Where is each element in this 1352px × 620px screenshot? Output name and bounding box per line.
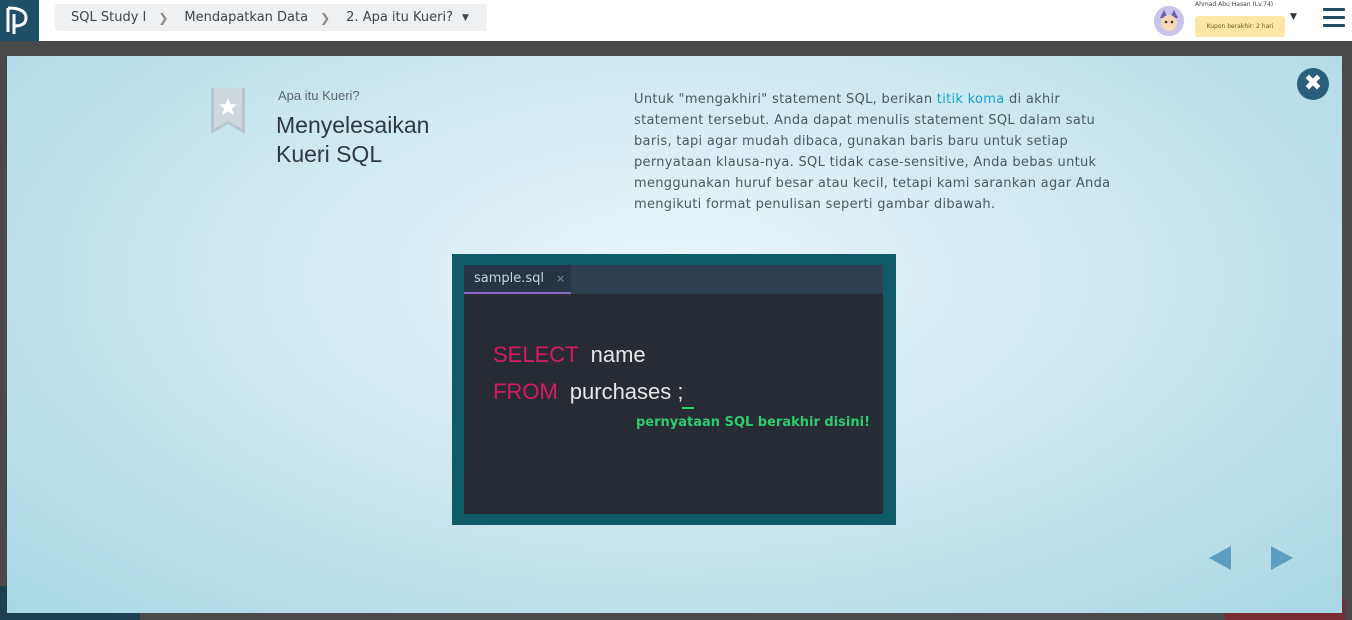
highlight-term: titik koma (936, 92, 1005, 107)
user-name: Ahmad Abu Hasan (Lv.74) (1195, 1, 1274, 8)
code-text: name (590, 342, 646, 367)
top-bar: SQL Study I ❯ Mendapatkan Data ❯ 2. Apa … (0, 0, 1352, 41)
previous-slide-icon[interactable] (1209, 546, 1231, 570)
close-icon: ✖ (1303, 71, 1323, 96)
close-button[interactable]: ✖ (1297, 68, 1329, 100)
code-example-image: sample.sql × SELECT name FROM purchases ; … (452, 254, 896, 525)
editor-tab-bar: sample.sql × (464, 265, 883, 294)
editor-tab-name: sample.sql (474, 271, 545, 286)
body-text-start: Untuk "mengakhiri" statement SQL, berika… (634, 92, 937, 107)
breadcrumb-item-course[interactable]: SQL Study I (55, 10, 146, 25)
body-text-end: di akhir statement tersebut. Anda dapat … (634, 92, 1111, 212)
code-editor: sample.sql × SELECT name FROM purchases ; … (464, 265, 883, 514)
logo[interactable] (0, 0, 39, 41)
avatar[interactable] (1154, 6, 1184, 36)
slide-body-text: Untuk "mengakhiri" statement SQL, berika… (634, 89, 1114, 215)
logo-icon (6, 6, 28, 34)
chevron-down-icon[interactable]: ▼ (1290, 12, 1297, 22)
breadcrumb-item-lesson[interactable]: 2. Apa itu Kueri? (330, 10, 453, 25)
editor-tab: sample.sql × (464, 265, 571, 294)
chevron-right-icon: ❯ (320, 10, 331, 25)
chevron-down-icon[interactable]: ▼ (462, 13, 469, 23)
code-text: purchases ; (569, 379, 684, 404)
slide-subtitle: Apa itu Kueri? (278, 88, 360, 103)
code-line-1: SELECT name (493, 342, 646, 368)
code-keyword: FROM (493, 379, 558, 404)
code-keyword: SELECT (493, 342, 579, 367)
slide-title: Menyelesaikan Kueri SQL (276, 112, 430, 167)
avatar-icon (1154, 6, 1184, 36)
breadcrumb: SQL Study I ❯ Mendapatkan Data ❯ 2. Apa … (55, 4, 487, 31)
tab-close-icon: × (556, 272, 566, 285)
next-slide-icon[interactable] (1271, 546, 1293, 570)
bookmark-icon[interactable] (211, 88, 245, 134)
breadcrumb-item-chapter[interactable]: Mendapatkan Data (168, 10, 308, 25)
coupon-badge: Kupon berakhir: 2 hari (1195, 16, 1285, 37)
code-line-2: FROM purchases ; (493, 379, 684, 405)
code-annotation: pernyataan SQL berakhir disini! (636, 415, 870, 430)
hamburger-menu-icon[interactable] (1323, 8, 1345, 30)
semicolon-underline (682, 407, 694, 409)
chevron-right-icon: ❯ (158, 10, 169, 25)
slide-modal: Apa itu Kueri? Menyelesaikan Kueri SQL U… (7, 56, 1342, 613)
